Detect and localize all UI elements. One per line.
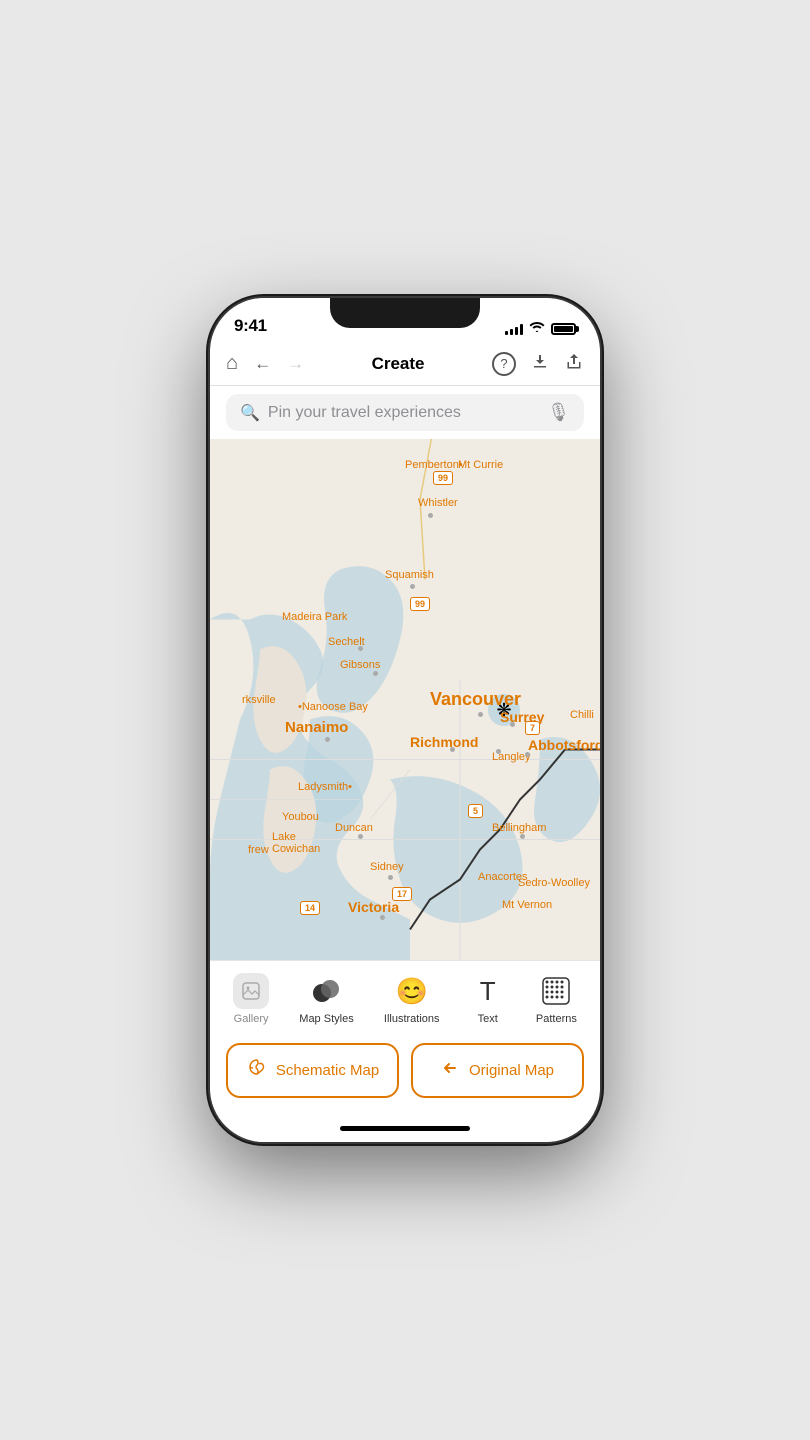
badge-99-lower: 99 bbox=[410, 597, 430, 611]
back-icon[interactable]: ← bbox=[254, 354, 271, 374]
label-pemberton: Pemberton• bbox=[405, 459, 463, 471]
dot-bellingham bbox=[520, 834, 525, 839]
label-rksville: rksville bbox=[242, 694, 276, 706]
label-victoria: Victoria bbox=[348, 899, 399, 915]
nav-bar: ⌂ ← → Create ? bbox=[210, 342, 600, 386]
original-label: Original Map bbox=[469, 1062, 554, 1079]
label-frew: frew bbox=[248, 844, 269, 856]
dot-vancouver bbox=[478, 712, 483, 717]
phone-frame: 9:41 ⌂ ← bbox=[210, 298, 600, 1142]
original-map-button[interactable]: Original Map bbox=[411, 1043, 584, 1098]
search-bar[interactable]: 🔍 Pin your travel experiences 🎙 bbox=[226, 394, 584, 431]
label-gibsons: Gibsons bbox=[340, 659, 380, 671]
action-buttons: Schematic Map Original Map bbox=[210, 1033, 600, 1114]
text-label: Text bbox=[478, 1013, 498, 1025]
gallery-label: Gallery bbox=[234, 1013, 269, 1025]
search-input[interactable]: Pin your travel experiences bbox=[268, 404, 539, 422]
page-title: Create bbox=[304, 354, 492, 374]
label-sedro: Sedro-Woolley bbox=[518, 877, 590, 889]
toolbar-illustrations[interactable]: 😊 Illustrations bbox=[376, 969, 448, 1029]
nav-right: ? bbox=[492, 351, 584, 377]
toolbar-gallery[interactable]: Gallery bbox=[225, 969, 277, 1029]
label-abbotsford: Abbotsford bbox=[528, 737, 600, 753]
home-icon[interactable]: ⌂ bbox=[226, 352, 238, 375]
label-bellingham: Bellingham bbox=[492, 822, 546, 834]
share-icon[interactable] bbox=[564, 351, 584, 377]
mapstyles-icon bbox=[308, 973, 344, 1009]
search-container: 🔍 Pin your travel experiences 🎙 bbox=[210, 386, 600, 439]
toolbar-patterns[interactable]: Patterns bbox=[528, 969, 585, 1029]
wifi-icon bbox=[529, 321, 545, 336]
forward-icon[interactable]: → bbox=[287, 354, 304, 374]
badge-14: 14 bbox=[300, 901, 320, 915]
label-madeira: Madeira Park bbox=[282, 611, 347, 623]
nav-left: ⌂ ← → bbox=[226, 352, 304, 375]
help-icon[interactable]: ? bbox=[492, 352, 516, 376]
badge-5: 5 bbox=[468, 804, 483, 818]
label-chilli: Chilli bbox=[570, 709, 594, 721]
dot-whistler bbox=[428, 513, 433, 518]
label-richmond: Richmond bbox=[410, 734, 478, 750]
gallery-icon bbox=[233, 973, 269, 1009]
notch bbox=[330, 298, 480, 328]
label-mtvernon: Mt Vernon bbox=[502, 899, 552, 911]
dot-surrey bbox=[510, 722, 515, 727]
dot-abbotsford bbox=[525, 752, 530, 757]
battery-icon bbox=[551, 323, 576, 335]
label-ladysmith: Ladysmith• bbox=[298, 781, 352, 793]
label-nanoose: •Nanoose Bay bbox=[298, 701, 368, 713]
dot-sechelt bbox=[358, 646, 363, 651]
dot-richmond bbox=[450, 747, 455, 752]
patterns-icon bbox=[538, 973, 574, 1009]
badge-7: 7 bbox=[525, 721, 540, 735]
dot-gibsons bbox=[373, 671, 378, 676]
label-duncan: Duncan bbox=[335, 822, 373, 834]
illustrations-label: Illustrations bbox=[384, 1013, 440, 1025]
schematic-icon bbox=[246, 1057, 268, 1084]
label-squamish: Squamish bbox=[385, 569, 434, 581]
schematic-label: Schematic Map bbox=[276, 1062, 379, 1079]
original-icon bbox=[441, 1058, 461, 1083]
download-icon[interactable] bbox=[530, 351, 550, 377]
dot-sidney bbox=[388, 875, 393, 880]
mic-icon[interactable]: 🎙 bbox=[547, 402, 570, 423]
label-sidney: Sidney bbox=[370, 861, 404, 873]
toolbar: Gallery Map Styles 😊 Illustrations bbox=[210, 960, 600, 1033]
label-mtcurrie: Mt Currie bbox=[458, 459, 503, 471]
label-vancouver: Vancouver bbox=[430, 689, 521, 710]
label-lakecowichan: LakeCowichan bbox=[272, 831, 320, 855]
dot-squamish bbox=[410, 584, 415, 589]
toolbar-items: Gallery Map Styles 😊 Illustrations bbox=[210, 969, 600, 1029]
phone-screen: 9:41 ⌂ ← bbox=[210, 298, 600, 1142]
map-area[interactable]: Pemberton• Mt Currie 99 Whistler 99 Squa… bbox=[210, 439, 600, 960]
label-nanaimo: Nanaimo bbox=[285, 719, 348, 736]
mapstyles-label: Map Styles bbox=[299, 1013, 353, 1025]
toolbar-mapstyles[interactable]: Map Styles bbox=[291, 969, 361, 1029]
patterns-label: Patterns bbox=[536, 1013, 577, 1025]
badge-99-upper: 99 bbox=[433, 471, 453, 485]
illustrations-icon: 😊 bbox=[394, 973, 430, 1009]
dot-langley bbox=[496, 749, 501, 754]
dot-victoria bbox=[380, 915, 385, 920]
dot-nanaimo bbox=[325, 737, 330, 742]
text-icon: T bbox=[470, 973, 506, 1009]
label-youbou: Youbou bbox=[282, 811, 319, 823]
home-indicator bbox=[210, 1114, 600, 1142]
home-bar bbox=[340, 1126, 470, 1131]
status-icons bbox=[505, 321, 576, 336]
dot-duncan bbox=[358, 834, 363, 839]
signal-icon bbox=[505, 323, 523, 335]
status-time: 9:41 bbox=[234, 316, 267, 336]
search-icon: 🔍 bbox=[240, 403, 260, 423]
schematic-map-button[interactable]: Schematic Map bbox=[226, 1043, 399, 1098]
label-whistler: Whistler bbox=[418, 497, 458, 509]
toolbar-text[interactable]: T Text bbox=[462, 969, 514, 1029]
